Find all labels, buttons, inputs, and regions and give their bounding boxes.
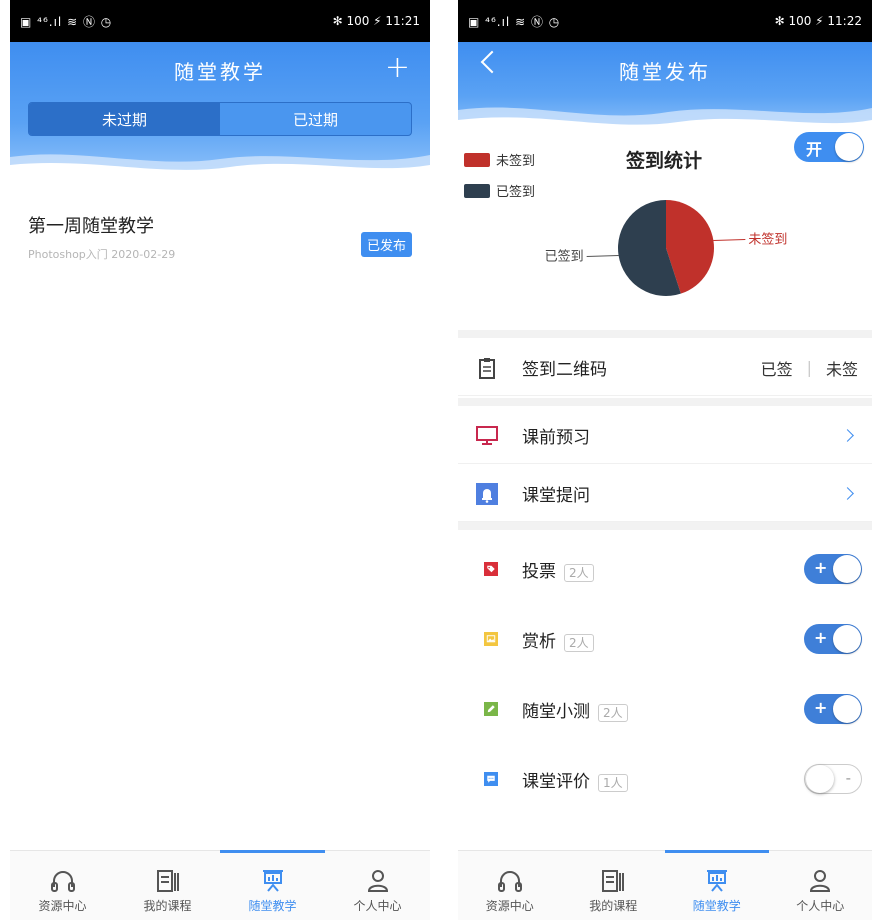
headphones-icon [497, 869, 523, 893]
legend-item: 未签到 [464, 150, 535, 169]
tab-classroom[interactable]: 随堂教学 [665, 851, 769, 920]
image-icon [476, 628, 498, 650]
activity-quiz[interactable]: 随堂小测2人 [458, 676, 872, 742]
tab-label: 随堂教学 [693, 897, 741, 914]
status-bar: ▣ ⁴⁶.ıl ≋ Ⓝ ◷ ✻ 100 ⚡ 11:22 [458, 0, 872, 42]
participant-count: 2人 [598, 704, 628, 722]
page-title: 随堂发布 [458, 56, 872, 85]
tab-label: 资源中心 [486, 897, 534, 914]
user-icon [365, 869, 391, 893]
screen-divider [430, 0, 458, 920]
menu-item-label: 课堂提问 [522, 481, 843, 506]
tab-bar: 资源中心 我的课程 随堂教学 个人中心 [10, 850, 430, 920]
tab-label: 我的课程 [589, 897, 637, 914]
segmented-control: 未过期 已过期 [28, 102, 412, 136]
tag-icon [476, 558, 498, 580]
section-divider [458, 522, 872, 530]
segment-expired[interactable]: 已过期 [220, 103, 411, 135]
tab-bar: 资源中心 我的课程 随堂教学 个人中心 [458, 850, 872, 920]
monitor-icon [476, 425, 498, 447]
presentation-icon [704, 869, 730, 893]
tab-classroom[interactable]: 随堂教学 [220, 851, 325, 920]
menu-item-question[interactable]: 课堂提问 [458, 466, 872, 522]
book-icon [155, 869, 181, 893]
toggle-knob [835, 133, 863, 161]
activity-label: 随堂小测2人 [522, 697, 804, 722]
signin-filter: 已签 | 未签 [761, 356, 858, 380]
page-title: 随堂教学 [10, 56, 430, 85]
chevron-right-icon [841, 429, 854, 442]
pie-chart: 未签到已签到 [458, 190, 872, 310]
section-divider [458, 330, 872, 338]
tab-profile[interactable]: 个人中心 [769, 851, 872, 920]
legend-swatch-unsigned [464, 153, 490, 167]
right-screen: ▣ ⁴⁶.ıl ≋ Ⓝ ◷ ✻ 100 ⚡ 11:22 随堂发布 未签到 已签到… [458, 0, 872, 920]
header: 随堂教学 + 未过期 已过期 [10, 42, 430, 177]
activity-toggle[interactable] [804, 624, 862, 654]
pie-label: 已签到 [545, 248, 584, 264]
clipboard-icon [476, 357, 498, 379]
tab-profile[interactable]: 个人中心 [325, 851, 430, 920]
course-meta: Photoshop入门 2020-02-29 [28, 246, 412, 262]
menu-item-preview[interactable]: 课前预习 [458, 408, 872, 464]
unsigned-link[interactable]: 未签 [826, 356, 858, 380]
tab-label: 资源中心 [38, 897, 86, 914]
pie-leader-line [587, 256, 619, 257]
pie-label: 未签到 [748, 232, 787, 248]
participant-count: 2人 [564, 634, 594, 652]
activity-toggle[interactable] [804, 764, 862, 794]
checkin-toggle[interactable]: 开 [794, 132, 864, 162]
filter-divider: | [807, 358, 812, 377]
participant-count: 1人 [598, 774, 628, 792]
tab-label: 我的课程 [143, 897, 191, 914]
bell-icon [476, 483, 498, 505]
course-name: 第一周随堂教学 [28, 212, 412, 238]
headphones-icon [50, 869, 76, 893]
tab-resources[interactable]: 资源中心 [458, 851, 562, 920]
status-left: ▣ ⁴⁶.ıl ≋ Ⓝ ◷ [20, 13, 112, 30]
header: 随堂发布 [458, 42, 872, 132]
activity-toggle[interactable] [804, 554, 862, 584]
pencil-icon [476, 698, 498, 720]
book-icon [600, 869, 626, 893]
tab-courses[interactable]: 我的课程 [562, 851, 666, 920]
chevron-right-icon [841, 487, 854, 500]
activity-label: 投票2人 [522, 557, 804, 582]
tab-label: 随堂教学 [248, 897, 296, 914]
activity-label: 课堂评价1人 [522, 767, 804, 792]
chart-title: 签到统计 [626, 146, 702, 173]
status-right: ✻ 100 ⚡ 11:22 [775, 14, 862, 28]
activity-appreciation[interactable]: 赏析2人 [458, 606, 872, 672]
segment-unexpired[interactable]: 未过期 [29, 103, 220, 135]
wave-decoration [458, 94, 872, 134]
tab-label: 个人中心 [353, 897, 401, 914]
qr-code-row[interactable]: 签到二维码 已签 | 未签 [458, 340, 872, 396]
status-bar: ▣ ⁴⁶.ıl ≋ Ⓝ ◷ ✻ 100 ⚡ 11:21 [10, 0, 430, 42]
toggle-label: 开 [806, 136, 822, 160]
legend-label: 未签到 [496, 150, 535, 169]
signed-link[interactable]: 已签 [761, 356, 793, 380]
menu-item-label: 课前预习 [522, 423, 843, 448]
presentation-icon [260, 869, 286, 893]
participant-count: 2人 [564, 564, 594, 582]
user-icon [807, 869, 833, 893]
add-button[interactable]: + [385, 50, 410, 85]
status-right: ✻ 100 ⚡ 11:21 [333, 14, 420, 28]
chat-icon [476, 768, 498, 790]
tab-resources[interactable]: 资源中心 [10, 851, 115, 920]
left-screen: ▣ ⁴⁶.ıl ≋ Ⓝ ◷ ✻ 100 ⚡ 11:21 随堂教学 + 未过期 已… [10, 0, 430, 920]
activity-evaluation[interactable]: 课堂评价1人 [458, 746, 872, 812]
wave-decoration [10, 139, 430, 179]
section-divider [458, 398, 872, 406]
activity-label: 赏析2人 [522, 627, 804, 652]
published-badge: 已发布 [361, 232, 412, 257]
activity-vote[interactable]: 投票2人 [458, 536, 872, 602]
tab-label: 个人中心 [796, 897, 844, 914]
tab-courses[interactable]: 我的课程 [115, 851, 220, 920]
status-left: ▣ ⁴⁶.ıl ≋ Ⓝ ◷ [468, 13, 560, 30]
activity-toggle[interactable] [804, 694, 862, 724]
qr-code-label: 签到二维码 [522, 355, 761, 380]
pie-leader-line [713, 240, 745, 241]
course-item[interactable]: 第一周随堂教学 Photoshop入门 2020-02-29 已发布 [28, 212, 412, 262]
